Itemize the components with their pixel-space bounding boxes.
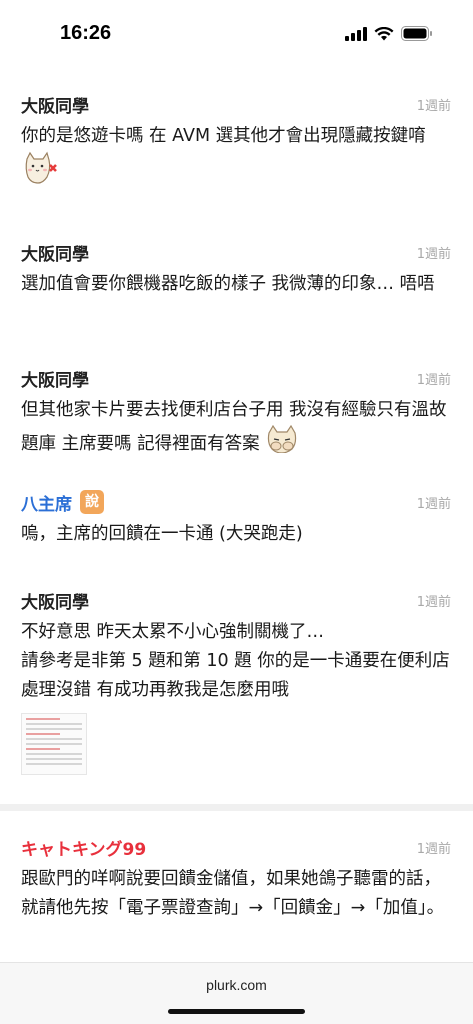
post-content: 但其他家卡片要去找便利店台子用 我沒有經驗只有溫故題庫 主席要嗎 記得裡面有答案 bbox=[21, 396, 451, 463]
author-name-text: 八主席 bbox=[21, 494, 72, 515]
response-item: 大阪同學 1週前 不好意思 昨天太累不小心強制關機了… 請參考是非第 5 題和第… bbox=[0, 582, 473, 804]
author-name[interactable]: 大阪同學 bbox=[21, 240, 89, 265]
post-text: 跟歐門的咩啊說要回饋金儲值，如果她鴿子聽雷的話，就請他先按「電子票證查詢」→「回… bbox=[21, 869, 445, 918]
wifi-icon bbox=[374, 26, 394, 40]
cat-covering-face-icon bbox=[265, 424, 299, 463]
post-time: 1週前 bbox=[416, 246, 451, 262]
attached-image-thumbnail[interactable] bbox=[21, 713, 87, 775]
response-item: 大阪同學 1週前 選加值會要你餵機器吃飯的樣子 我微薄的印象… 唔唔 bbox=[0, 234, 473, 360]
response-item: 大阪同學 1週前 但其他家卡片要去找便利店台子用 我沒有經驗只有溫故題庫 主席要… bbox=[0, 360, 473, 484]
response-feed: 大阪同學 1週前 你的是悠遊卡嗎 在 AVM 選其他才會出現隱藏按鍵唷 大阪同學 bbox=[0, 86, 473, 923]
post-text: 請參考是非第 5 題和第 10 題 你的是一卡通要在便利店處理沒錯 有成功再教我… bbox=[21, 651, 450, 700]
post-time: 1週前 bbox=[416, 841, 451, 857]
status-icons bbox=[345, 26, 433, 41]
post-time: 1週前 bbox=[416, 496, 451, 512]
cat-emoticon-icon bbox=[21, 151, 59, 195]
response-item: キャトキング99 1週前 跟歐門的咩啊說要回饋金儲值，如果她鴿子聽雷的話，就請他… bbox=[0, 811, 473, 923]
cellular-signal-icon bbox=[345, 26, 367, 41]
post-time: 1週前 bbox=[416, 98, 451, 114]
home-indicator[interactable] bbox=[168, 1009, 305, 1014]
section-divider bbox=[0, 804, 473, 811]
author-name[interactable]: 大阪同學 bbox=[21, 92, 89, 117]
post-text: 你的是悠遊卡嗎 在 AVM 選其他才會出現隱藏按鍵唷 bbox=[21, 126, 426, 146]
post-time: 1週前 bbox=[416, 372, 451, 388]
post-content: 你的是悠遊卡嗎 在 AVM 選其他才會出現隱藏按鍵唷 bbox=[21, 122, 451, 195]
status-time: 16:26 bbox=[60, 22, 112, 44]
url-domain[interactable]: plurk.com bbox=[0, 977, 473, 993]
response-item: 八主席 說 1週前 嗚，主席的回饋在一卡通 (大哭跑走) bbox=[0, 484, 473, 582]
author-name[interactable]: 八主席 說 bbox=[21, 490, 104, 515]
status-bar: 16:26 bbox=[0, 0, 473, 70]
post-time: 1週前 bbox=[416, 594, 451, 610]
qualifier-badge: 說 bbox=[80, 490, 104, 514]
post-text: 選加值會要你餵機器吃飯的樣子 我微薄的印象… 唔唔 bbox=[21, 274, 435, 294]
post-text: 但其他家卡片要去找便利店台子用 我沒有經驗只有溫故題庫 主席要嗎 記得裡面有答案 bbox=[21, 400, 447, 454]
author-name[interactable]: キャトキング99 bbox=[21, 835, 146, 860]
author-name[interactable]: 大阪同學 bbox=[21, 588, 89, 613]
author-name[interactable]: 大阪同學 bbox=[21, 366, 89, 391]
battery-icon bbox=[401, 26, 432, 41]
post-text: 嗚，主席的回饋在一卡通 (大哭跑走) bbox=[21, 524, 303, 544]
response-item: 大阪同學 1週前 你的是悠遊卡嗎 在 AVM 選其他才會出現隱藏按鍵唷 bbox=[0, 86, 473, 234]
post-text-line-1: 不好意思 昨天太累不小心強制關機了… bbox=[21, 622, 325, 642]
browser-bottom-bar: plurk.com bbox=[0, 962, 473, 1024]
